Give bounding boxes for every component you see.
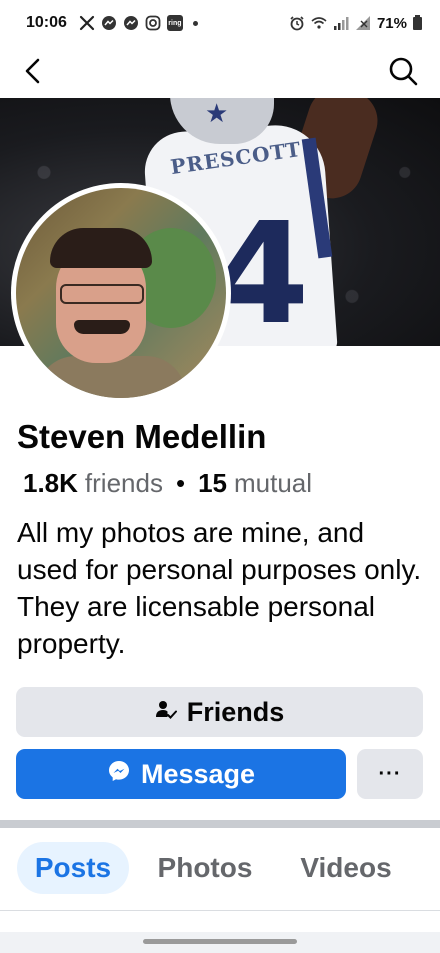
ring-icon: ring xyxy=(166,15,183,31)
friends-count-line[interactable]: 1.8K friends • 15 mutual xyxy=(23,468,312,499)
friends-label: friends xyxy=(84,468,163,498)
profile-tabs: Posts Photos Videos xyxy=(0,842,440,898)
message-button-label: Message xyxy=(140,758,256,789)
search-icon[interactable] xyxy=(386,54,420,88)
instagram-icon xyxy=(145,15,161,31)
mutual-count: 15 xyxy=(198,468,227,498)
alarm-icon xyxy=(289,15,305,31)
more-dots-icon: ··· xyxy=(378,762,402,785)
messenger-icon xyxy=(101,15,117,31)
friends-count: 1.8K xyxy=(23,468,78,498)
star-icon: ★ xyxy=(205,98,229,128)
wifi-icon xyxy=(311,15,327,31)
avatar-glasses xyxy=(60,284,144,304)
friends-button-label: Friends xyxy=(186,696,285,727)
mutual-label: mutual xyxy=(234,468,313,498)
messenger-icon xyxy=(107,759,131,790)
separator-dot: • xyxy=(175,468,186,498)
signal-icon xyxy=(333,15,349,31)
avatar-image xyxy=(16,188,226,398)
status-left: 10:06 ring xyxy=(26,14,198,32)
status-right: 71% xyxy=(289,14,422,32)
more-notifications-dot-icon xyxy=(192,20,198,26)
battery-icon xyxy=(413,14,422,30)
more-options-button[interactable]: ··· xyxy=(357,749,423,799)
status-bar: 10:06 ring 71% xyxy=(0,0,440,46)
friends-button[interactable]: Friends xyxy=(16,687,423,737)
avatar-hair xyxy=(50,228,152,268)
tab-photos[interactable]: Photos xyxy=(150,842,260,894)
profile-avatar[interactable] xyxy=(11,183,231,403)
message-button[interactable]: Message xyxy=(16,749,346,799)
avatar-moustache xyxy=(74,320,130,334)
battery-percent: 71% xyxy=(376,14,407,32)
messenger-icon xyxy=(123,15,139,31)
profile-name: Steven Medellin xyxy=(17,418,267,455)
x-icon xyxy=(79,15,95,31)
home-indicator[interactable] xyxy=(143,939,297,944)
top-nav xyxy=(0,46,440,98)
tab-videos[interactable]: Videos xyxy=(292,842,400,894)
status-time: 10:06 xyxy=(26,14,67,31)
section-divider xyxy=(0,820,440,828)
tabs-divider xyxy=(0,910,440,911)
profile-bio: All my photos are mine, and used for per… xyxy=(17,517,422,659)
back-arrow-icon[interactable] xyxy=(18,55,50,87)
friend-check-icon xyxy=(155,697,177,728)
tab-posts[interactable]: Posts xyxy=(17,842,129,894)
signal-no-service-icon xyxy=(355,15,371,31)
